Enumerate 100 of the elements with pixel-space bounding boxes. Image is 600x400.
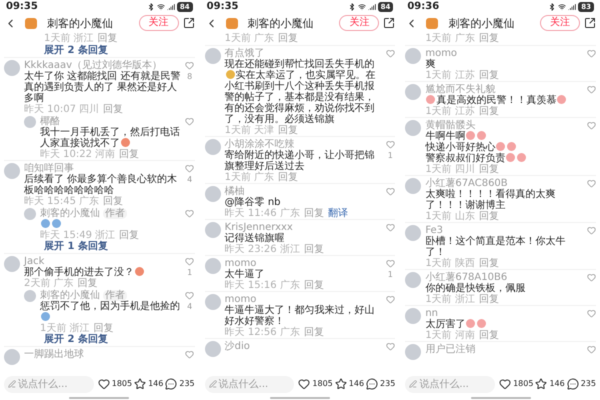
reply-link[interactable]: 回复 [478,294,499,305]
avatar[interactable] [204,139,221,155]
user-name[interactable]: 小胡涂涂不吃辣 [224,139,295,150]
author-name[interactable]: 刺客的小魔仙 [47,16,135,30]
reply-link[interactable]: 回复 [119,149,140,160]
reply-link[interactable]: 回复 [94,323,114,334]
user-name[interactable]: Fe3 [425,225,444,236]
avatar[interactable] [405,84,422,100]
avatar[interactable] [24,208,36,220]
user-name[interactable]: 咱知咩回事 [24,163,74,174]
comment-icon[interactable] [165,378,178,390]
avatar[interactable] [24,116,36,128]
reply-link[interactable]: 回复 [478,70,499,81]
user-name[interactable]: nn [425,308,438,319]
comment-input[interactable]: 说点什么... [4,376,94,392]
user-name[interactable]: Kkkkaaav（见过刘德华版本） [24,60,162,71]
follow-button[interactable]: 关注 [540,15,580,31]
reply-link[interactable]: 回复 [478,33,499,44]
avatar[interactable] [4,256,20,272]
user-name[interactable]: 一脚踢出地球 [24,349,84,360]
like-count: 4 [187,175,192,184]
avatar[interactable] [405,272,422,288]
comment-input[interactable]: 说点什么... [405,376,496,392]
avatar[interactable] [4,60,20,76]
star-count: 146 [348,379,364,389]
reply-link[interactable]: 回复 [478,106,499,117]
reply-link[interactable]: 回复 [478,258,499,269]
user-name[interactable]: 黄帽骷髅头 [425,120,476,131]
star-icon[interactable] [134,378,146,390]
reply-link[interactable]: 回复 [478,164,499,175]
share-icon[interactable] [383,17,396,29]
expand-replies[interactable]: 展开 2 条回复 [4,334,108,346]
comment-text: 寄给附近的快递小哥，让小哥把锦旗整理好后送过去 [224,150,376,172]
user-name[interactable]: 刺客的小魔仙 [40,208,100,219]
user-name[interactable]: 橘柚 [224,186,245,197]
share-icon[interactable] [182,17,195,29]
star-icon[interactable] [535,378,548,390]
avatar[interactable] [204,186,221,202]
reply-link[interactable]: 回复 [304,244,324,255]
follow-button[interactable]: 关注 [138,15,179,31]
comment-input[interactable]: 说点什么... [204,376,294,392]
user-name[interactable]: 有点饿了 [224,48,265,59]
avatar[interactable] [4,163,20,179]
reply-link[interactable]: 回复 [278,33,298,44]
avatar[interactable] [405,120,422,136]
avatar[interactable] [405,308,422,324]
like-count: 1 [187,268,192,277]
avatar[interactable] [24,290,36,302]
avatar[interactable] [405,225,422,241]
user-name[interactable]: 沙dio [224,341,250,352]
share-icon[interactable] [584,17,596,29]
user-name[interactable]: momo [224,294,256,305]
avatar[interactable] [405,178,422,194]
reply-link[interactable]: 回复 [103,196,124,207]
avatar[interactable] [4,349,20,365]
reply-link[interactable]: 回复 [478,211,499,222]
user-name[interactable]: 椰酪 [40,116,60,127]
like-icon[interactable] [298,378,310,390]
comment-icon[interactable] [566,378,579,390]
user-name[interactable]: momo [425,48,458,59]
avatar[interactable] [405,344,422,360]
avatar[interactable] [204,222,221,238]
expand-replies[interactable]: 展开 1 条回复 [4,241,108,253]
translate-link[interactable]: 翻译 [328,208,348,219]
reply-link[interactable]: 回复 [278,125,298,136]
reply-link[interactable]: 回复 [304,327,324,338]
user-name[interactable]: momo [224,258,256,269]
wifi-icon [558,2,566,10]
user-name[interactable]: 用户已注销 [425,344,476,355]
comment-count: 235 [580,379,596,389]
user-name[interactable]: KrisJennerxxx [224,222,293,233]
star-icon[interactable] [334,378,347,390]
user-name[interactable]: Jack [24,256,44,267]
author-name[interactable]: 刺客的小魔仙 [448,16,536,30]
author-avatar[interactable] [25,18,37,28]
user-name[interactable]: 小红薯678A10B6 [425,272,508,283]
avatar[interactable] [204,341,221,357]
reply-link[interactable]: 回复 [103,104,124,115]
avatar[interactable] [204,294,221,310]
author-avatar[interactable] [226,18,238,28]
expand-replies[interactable]: 展开 2 条回复 [4,45,108,57]
author-avatar[interactable] [426,18,438,28]
like-icon[interactable] [499,378,512,390]
user-name[interactable]: 刺客的小魔仙 [40,290,100,301]
author-name[interactable]: 刺客的小魔仙 [248,16,336,30]
avatar[interactable] [405,48,422,64]
reply-link[interactable]: 回复 [98,33,118,44]
reply-link[interactable]: 回复 [119,230,140,241]
like-icon[interactable] [98,378,110,390]
comment-icon[interactable] [366,378,378,390]
user-name[interactable]: 小红薯67AC860B [425,178,508,189]
follow-button[interactable]: 关注 [339,15,380,31]
avatar[interactable] [204,258,221,274]
user-name[interactable]: 尴尬而不失礼貌 [425,84,496,95]
reply-link[interactable]: 回复 [278,172,298,183]
reply-link[interactable]: 回复 [304,280,324,291]
reply-link[interactable]: 回复 [78,278,98,289]
reply-link[interactable]: 回复 [478,330,499,341]
avatar[interactable] [204,48,221,64]
reply-link[interactable]: 回复 [304,208,324,219]
